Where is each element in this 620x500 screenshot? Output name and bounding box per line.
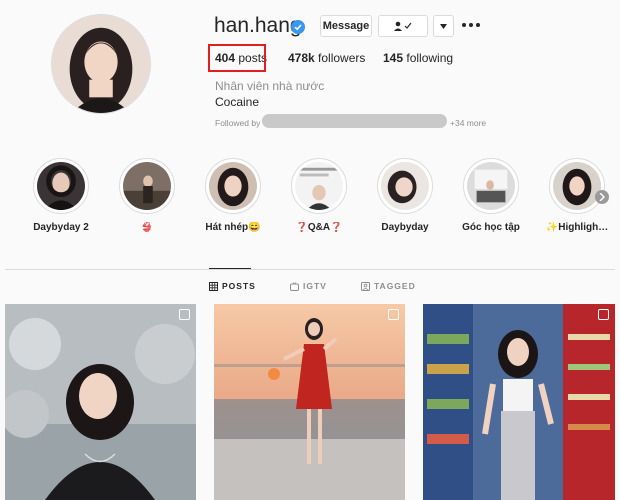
- ellipsis-icon[interactable]: [462, 18, 480, 32]
- highlight-item[interactable]: Góc học tập: [461, 158, 521, 233]
- multi-photo-icon: [598, 309, 609, 320]
- post-thumbnail[interactable]: [214, 304, 405, 500]
- grid-icon: [209, 281, 218, 291]
- caret-down-icon: [440, 23, 447, 29]
- highlight-item[interactable]: Daybyday 2: [31, 158, 91, 233]
- following-label: following: [406, 51, 454, 65]
- followed-by-more-link[interactable]: +34 more: [450, 118, 486, 128]
- following-link[interactable]: 145 following: [383, 51, 453, 65]
- highlight-cover: [33, 158, 89, 214]
- posts-highlight-box: [208, 44, 266, 72]
- post-image: [214, 304, 405, 500]
- message-button[interactable]: Message: [320, 15, 372, 37]
- highlight-cover: [119, 158, 175, 214]
- multi-photo-icon: [179, 309, 190, 320]
- highlight-cover: [463, 158, 519, 214]
- profile-username: han.hang: [214, 14, 302, 37]
- verified-badge-icon: [291, 20, 305, 34]
- tagged-icon: [361, 281, 370, 291]
- post-thumbnail[interactable]: [5, 304, 196, 500]
- tab-igtv[interactable]: IGTV: [290, 281, 327, 291]
- highlight-label: Góc học tập: [462, 222, 520, 233]
- highlight-label: ❓Q&A❓: [295, 222, 343, 233]
- highlight-label: Hát nhép😄: [205, 222, 261, 233]
- igtv-icon: [290, 281, 299, 291]
- profile-bio: Cocaine: [215, 95, 260, 109]
- highlight-label: Daybyday: [381, 222, 429, 233]
- followers-number: 478k: [288, 51, 315, 65]
- highlight-cover: [205, 158, 261, 214]
- tab-posts-label: POSTS: [222, 281, 256, 291]
- tabs-divider: [5, 269, 615, 270]
- highlight-cover: [549, 158, 605, 214]
- tab-tagged[interactable]: TAGGED: [361, 281, 416, 291]
- tab-posts[interactable]: POSTS: [209, 281, 256, 291]
- highlight-item[interactable]: 👙: [117, 158, 177, 233]
- active-tab-indicator: [209, 268, 251, 269]
- user-check-icon: [394, 21, 412, 31]
- highlight-cover: [291, 158, 347, 214]
- suggestions-dropdown-button[interactable]: [433, 15, 454, 37]
- followers-label: followers: [318, 51, 366, 65]
- avatar-image: [52, 15, 150, 113]
- tab-igtv-label: IGTV: [303, 281, 327, 291]
- following-button[interactable]: [378, 15, 428, 37]
- highlight-item[interactable]: Hát nhép😄: [203, 158, 263, 233]
- highlight-label: Daybyday 2: [33, 222, 89, 233]
- post-image: [5, 304, 196, 500]
- post-thumbnail[interactable]: [423, 304, 615, 500]
- followers-link[interactable]: 478k followers: [288, 51, 365, 65]
- chevron-right-icon: [599, 193, 605, 201]
- post-image: [423, 304, 615, 500]
- highlights-next-button[interactable]: [595, 190, 609, 204]
- highlight-item[interactable]: Daybyday: [375, 158, 435, 233]
- tab-tagged-label: TAGGED: [374, 281, 416, 291]
- highlight-label: 👙: [140, 222, 154, 233]
- following-number: 145: [383, 51, 404, 65]
- redacted-followers-bar: [262, 114, 447, 128]
- profile-full-name: Nhân viên nhà nước: [215, 79, 325, 93]
- multi-photo-icon: [388, 309, 399, 320]
- highlight-label: ✨Highligh…: [545, 222, 609, 233]
- profile-avatar[interactable]: [51, 14, 151, 114]
- followed-by-prefix: Followed by: [215, 118, 261, 128]
- highlight-item[interactable]: ✨Highligh…: [546, 158, 608, 233]
- highlight-item[interactable]: ❓Q&A❓: [289, 158, 349, 233]
- highlight-cover: [377, 158, 433, 214]
